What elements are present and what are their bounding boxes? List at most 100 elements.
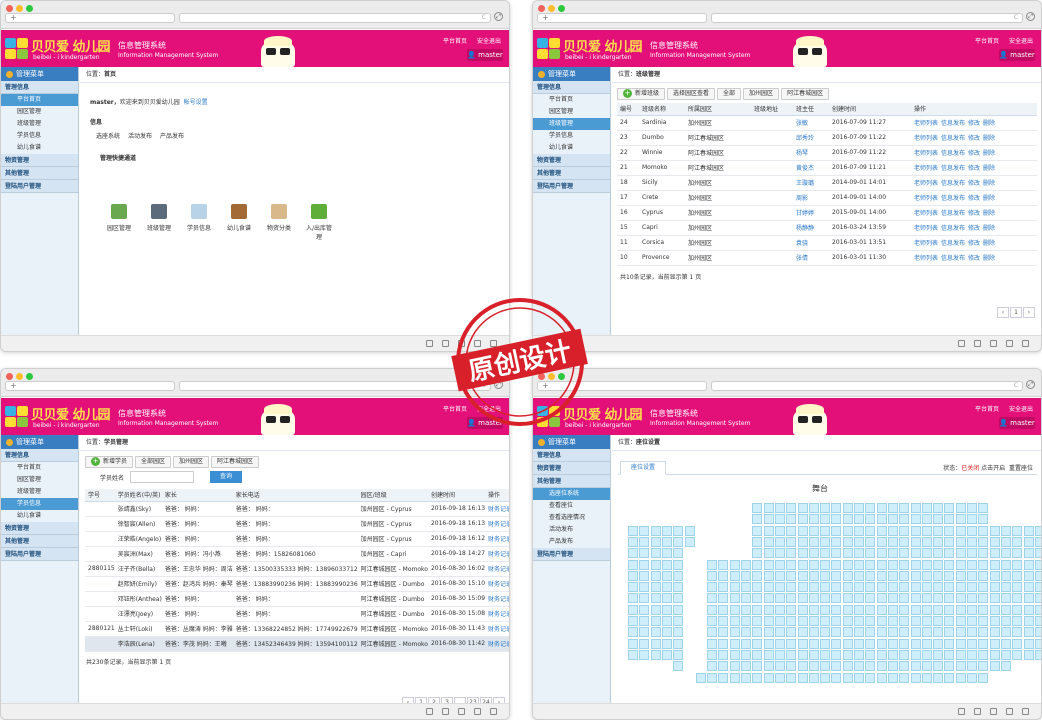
seat[interactable] [774, 559, 785, 570]
seat[interactable] [786, 559, 797, 570]
seat[interactable] [1000, 661, 1011, 672]
filter-all-button[interactable]: 全部园区 [135, 456, 172, 468]
seat[interactable] [955, 638, 966, 649]
seat[interactable] [673, 616, 684, 626]
seat[interactable] [854, 570, 864, 581]
seat[interactable] [899, 604, 910, 615]
seat[interactable] [797, 661, 808, 672]
minimize-dot[interactable] [16, 373, 23, 380]
seat[interactable] [831, 548, 842, 559]
quick-class[interactable]: 班级管理 [144, 204, 174, 241]
seat[interactable] [729, 570, 740, 581]
seat[interactable] [650, 536, 661, 547]
seat[interactable] [1000, 525, 1011, 536]
seat[interactable] [921, 604, 932, 615]
seat[interactable] [786, 514, 797, 525]
footer-icon[interactable] [1022, 340, 1029, 347]
seat[interactable] [763, 616, 774, 626]
seat[interactable] [774, 593, 785, 604]
seat[interactable] [650, 525, 661, 536]
footer-icon[interactable] [426, 708, 433, 715]
seat[interactable] [910, 525, 921, 536]
group-users[interactable]: 登陆用户管理 [533, 548, 610, 561]
seat[interactable] [842, 570, 853, 581]
seat[interactable] [1000, 570, 1011, 581]
seat[interactable] [808, 649, 819, 660]
row-action-link[interactable]: 财务记录 [488, 641, 509, 648]
row-action-link[interactable]: 修改 [968, 225, 980, 232]
sidebar-item-class[interactable]: 班级管理 [1, 486, 78, 498]
seat[interactable] [707, 649, 718, 660]
seat[interactable] [865, 514, 876, 525]
seat[interactable] [650, 604, 661, 615]
seat[interactable] [854, 525, 864, 536]
seat[interactable] [842, 548, 853, 559]
seat[interactable] [910, 638, 921, 649]
seat[interactable] [639, 638, 650, 649]
sidebar-item-home[interactable]: 平台首页 [1, 462, 78, 474]
seat[interactable] [808, 604, 819, 615]
seat[interactable] [865, 525, 876, 536]
row-action-link[interactable]: 删除 [983, 225, 995, 232]
seat[interactable] [899, 582, 910, 593]
seat[interactable] [955, 604, 966, 615]
seat[interactable] [978, 593, 989, 604]
seat[interactable] [854, 536, 864, 547]
address-bar[interactable]: C [711, 381, 1023, 391]
crumb-current[interactable]: 座位设置 [636, 439, 660, 446]
seat[interactable] [628, 604, 638, 615]
seat[interactable] [842, 536, 853, 547]
seat[interactable] [763, 514, 774, 525]
seat[interactable] [797, 570, 808, 581]
seat[interactable] [808, 525, 819, 536]
seat[interactable] [910, 582, 921, 593]
seat[interactable] [797, 514, 808, 525]
seat[interactable] [752, 570, 763, 581]
seat[interactable] [865, 627, 876, 638]
seat[interactable] [1012, 649, 1023, 660]
seat[interactable] [752, 638, 763, 649]
seat[interactable] [842, 503, 853, 513]
reload-icon[interactable]: C [1014, 382, 1018, 390]
sidebar-item-home[interactable]: 平台首页 [533, 94, 610, 106]
seat[interactable] [820, 559, 831, 570]
seat[interactable] [1034, 559, 1041, 570]
seat[interactable] [797, 559, 808, 570]
seat[interactable] [808, 514, 819, 525]
browser-tab[interactable]: + [5, 381, 175, 391]
seat[interactable] [854, 672, 864, 683]
seat[interactable] [763, 604, 774, 615]
row-action-link[interactable]: 修改 [968, 165, 980, 172]
seat[interactable] [1034, 548, 1041, 559]
seat[interactable] [1012, 593, 1023, 604]
row-action-link[interactable]: 财务记录 [488, 551, 509, 558]
row-action-link[interactable]: 财务记录 [488, 506, 509, 513]
row-action-link[interactable]: 修改 [968, 195, 980, 202]
row-action-link[interactable]: 财务记录 [488, 581, 509, 588]
seat[interactable] [1023, 593, 1034, 604]
seat[interactable] [797, 638, 808, 649]
seat[interactable] [887, 525, 898, 536]
seat[interactable] [865, 672, 876, 683]
seat[interactable] [910, 672, 921, 683]
seat[interactable] [921, 536, 932, 547]
seat[interactable] [628, 627, 638, 638]
home-link[interactable]: 平台首页 [975, 404, 999, 413]
seat[interactable] [944, 503, 955, 513]
row-action-link[interactable]: 老师列表 [914, 150, 938, 157]
seat[interactable] [933, 559, 944, 570]
seat[interactable] [741, 559, 751, 570]
footer-icon[interactable] [490, 708, 497, 715]
add-student-button[interactable]: + 新增学员 [85, 456, 134, 468]
seat[interactable] [820, 604, 831, 615]
seat[interactable] [921, 548, 932, 559]
row-action-link[interactable]: 财务记录 [488, 611, 509, 618]
seat[interactable] [786, 593, 797, 604]
seat[interactable] [1034, 536, 1041, 547]
seat[interactable] [967, 593, 977, 604]
row-action-link[interactable]: 财务记录 [488, 596, 509, 603]
seat[interactable] [752, 525, 763, 536]
seat[interactable] [797, 548, 808, 559]
seat[interactable] [876, 661, 887, 672]
seat[interactable] [661, 582, 672, 593]
